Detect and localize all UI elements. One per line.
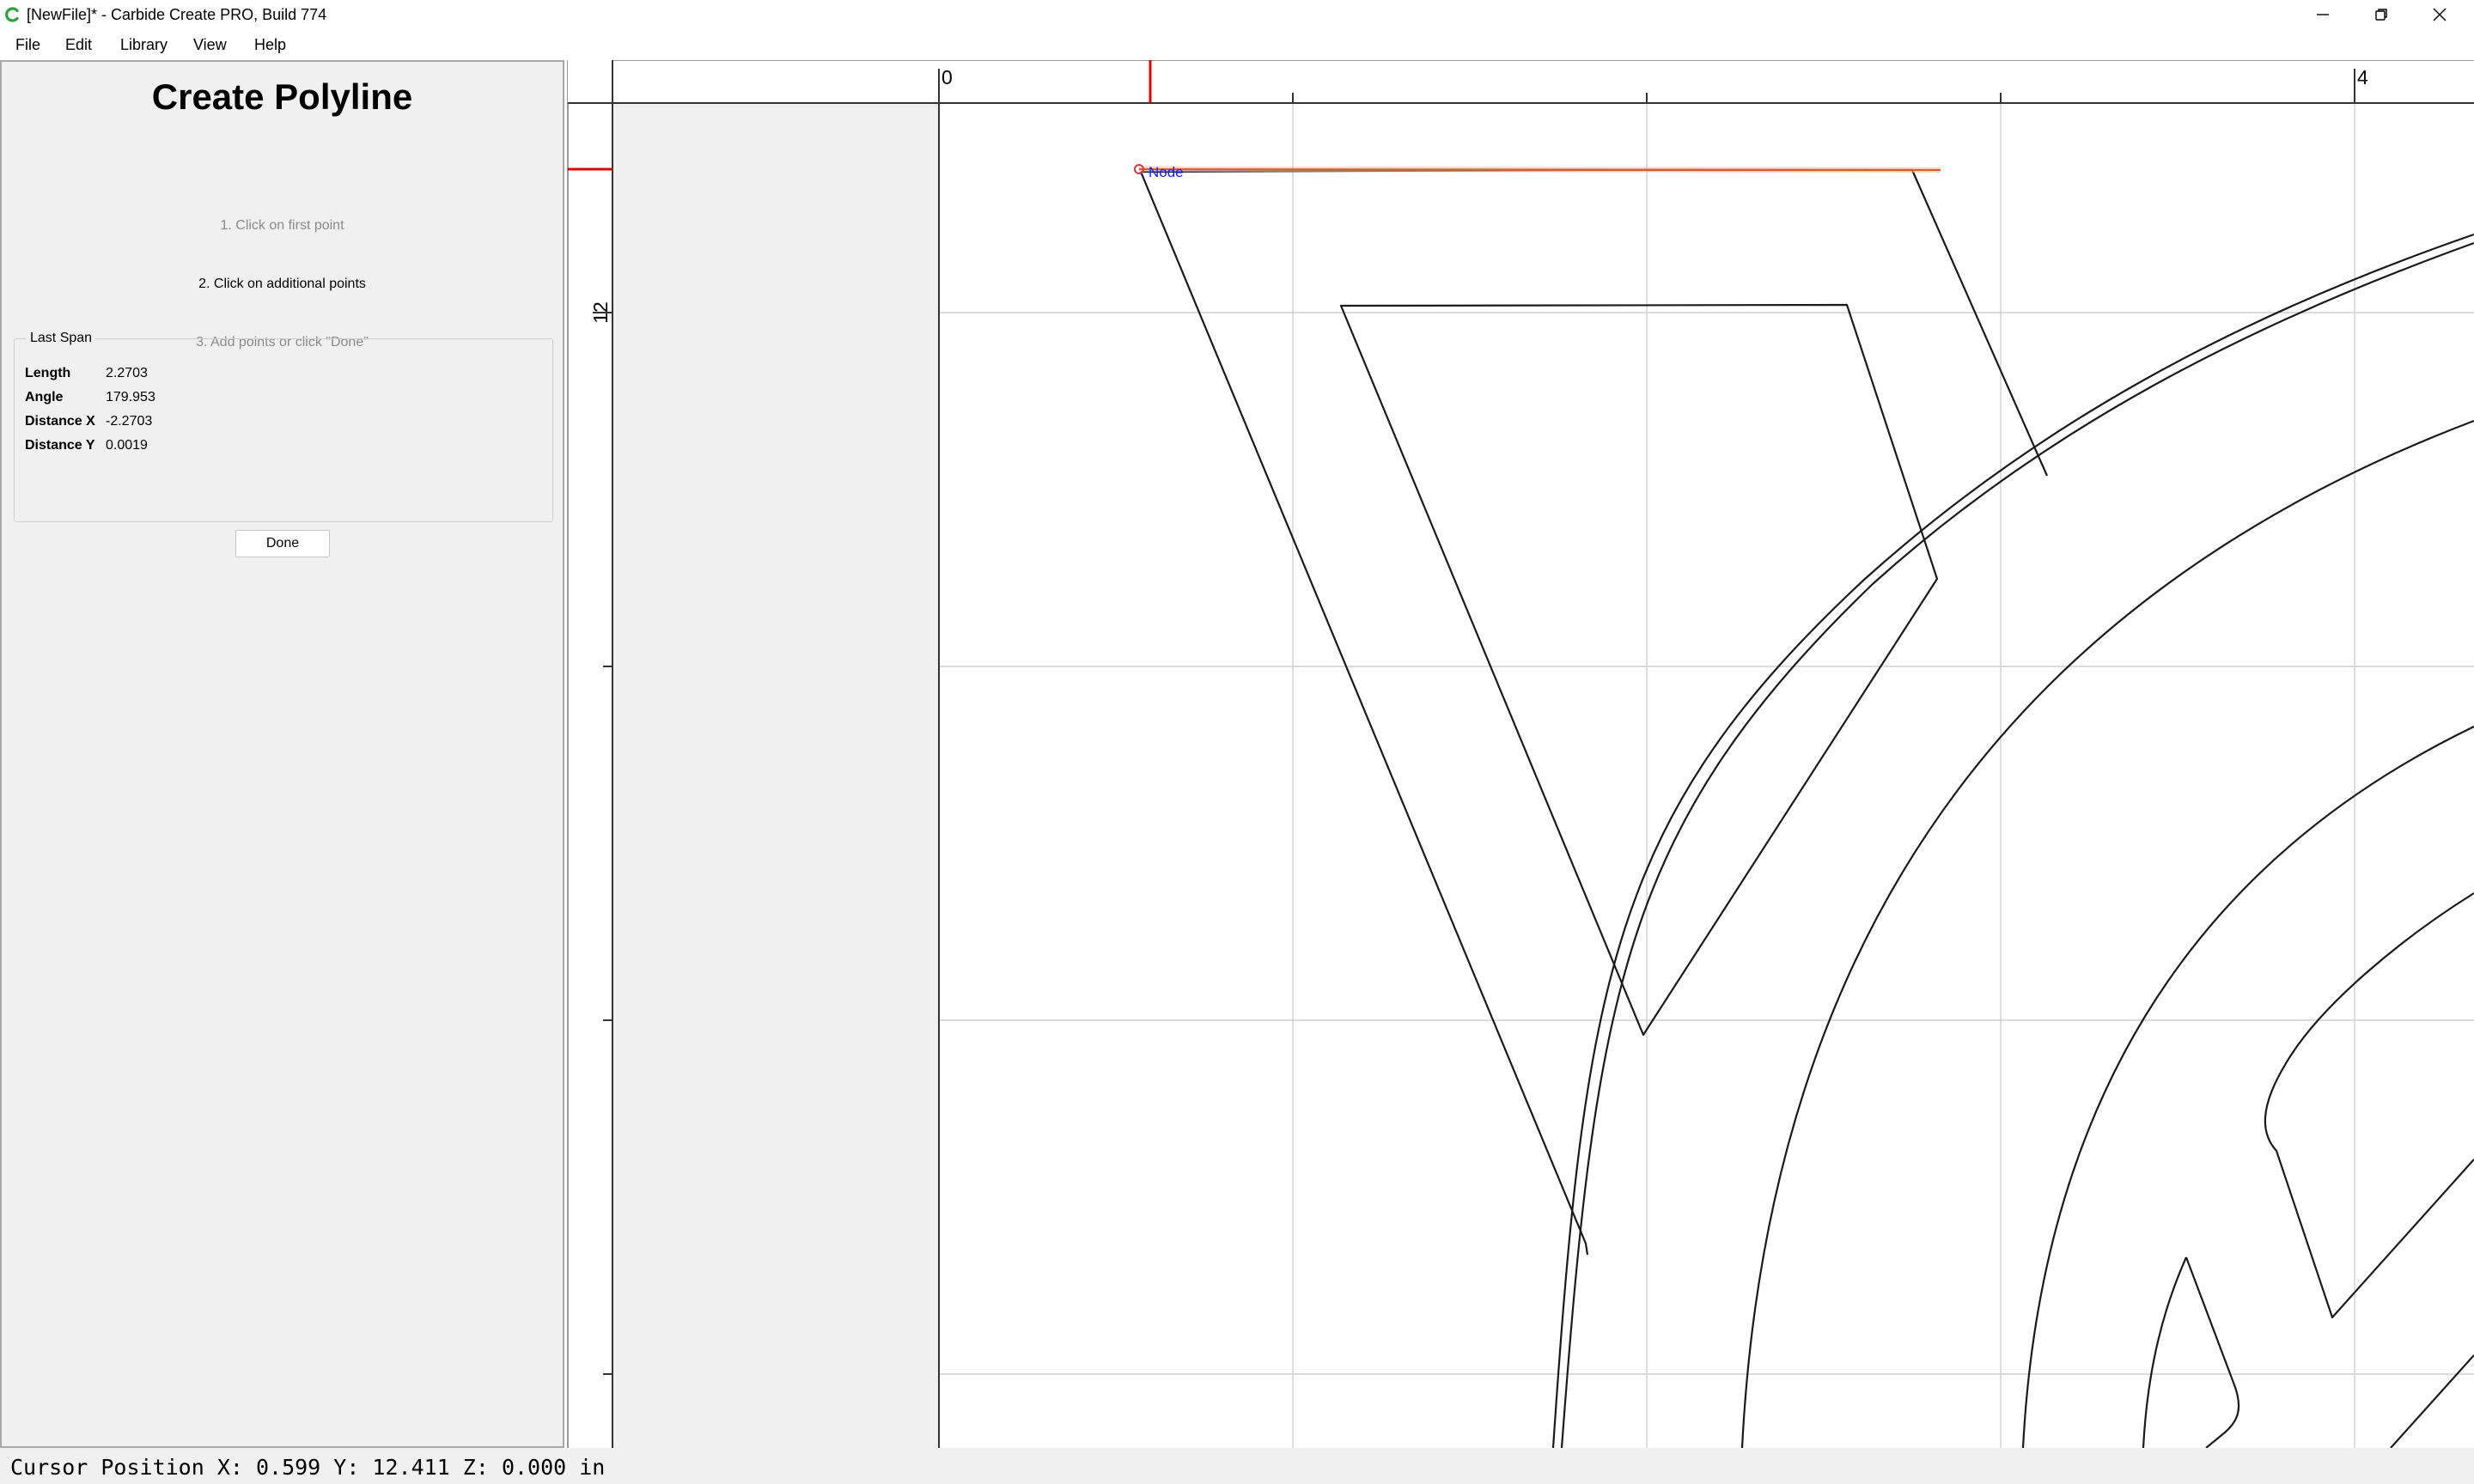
- restore-button[interactable]: [2352, 0, 2410, 29]
- step-first-point: 1. Click on first point: [220, 218, 344, 233]
- span-value: 2.2703: [106, 366, 148, 380]
- span-value: 179.953: [106, 390, 155, 404]
- close-button[interactable]: [2410, 0, 2469, 29]
- title-bar: [NewFile]* - Carbide Create PRO, Build 7…: [0, 0, 2474, 29]
- done-button[interactable]: Done: [235, 530, 330, 557]
- span-value: -2.2703: [106, 414, 153, 429]
- active-segment[interactable]: [1138, 168, 1941, 171]
- node-label: Node: [1149, 164, 1184, 180]
- close-icon: [2433, 8, 2447, 21]
- panel-title: Create Polyline: [151, 76, 413, 117]
- design-canvas[interactable]: Node 0 4 12: [567, 60, 2474, 1448]
- ruler-label-x-4: 4: [2357, 66, 2368, 88]
- menu-file[interactable]: File: [12, 33, 44, 56]
- ruler-label-x-0: 0: [941, 66, 953, 88]
- carbide-c-icon: [5, 7, 19, 22]
- span-label: Distance X: [25, 414, 95, 429]
- minimize-icon: [2317, 14, 2329, 15]
- ruler-corner: [568, 60, 612, 104]
- ruler-label-y-12: 12: [589, 301, 612, 324]
- span-value: 0.0019: [106, 438, 148, 453]
- menu-library[interactable]: Library: [117, 33, 171, 56]
- offcanvas-area: [612, 104, 939, 1448]
- top-ruler[interactable]: [568, 60, 2474, 104]
- menu-bar: File Edit Library View Help: [0, 29, 2474, 60]
- menu-view[interactable]: View: [190, 33, 230, 56]
- menu-help[interactable]: Help: [251, 33, 289, 56]
- last-span-legend: Last Span: [27, 329, 96, 348]
- last-span-group: Last Span Length 2.2703 Angle 179.953 Dist…: [14, 329, 553, 522]
- span-row-angle: Angle 179.953: [25, 387, 155, 408]
- status-bar: Cursor Position X: 0.599 Y: 12.411 Z: 0.…: [0, 1448, 2474, 1484]
- span-label: Distance Y: [25, 438, 95, 453]
- window-title: [NewFile]* - Carbide Create PRO, Build 7…: [27, 6, 327, 23]
- restore-icon: [2375, 9, 2387, 21]
- span-label: Angle: [25, 390, 64, 404]
- menu-edit[interactable]: Edit: [62, 33, 95, 56]
- cursor-position-readout: Cursor Position X: 0.599 Y: 12.411 Z: 0.…: [10, 1455, 606, 1480]
- step-additional-points: 2. Click on additional points: [198, 277, 366, 291]
- span-row-length: Length 2.2703: [25, 363, 148, 384]
- span-label: Length: [25, 366, 71, 380]
- span-row-distance-x: Distance X -2.2703: [25, 411, 152, 432]
- span-row-distance-y: Distance Y 0.0019: [25, 435, 148, 456]
- minimize-button[interactable]: [2294, 0, 2352, 29]
- tool-panel: Create Polyline 1. Click on first point …: [0, 60, 564, 1448]
